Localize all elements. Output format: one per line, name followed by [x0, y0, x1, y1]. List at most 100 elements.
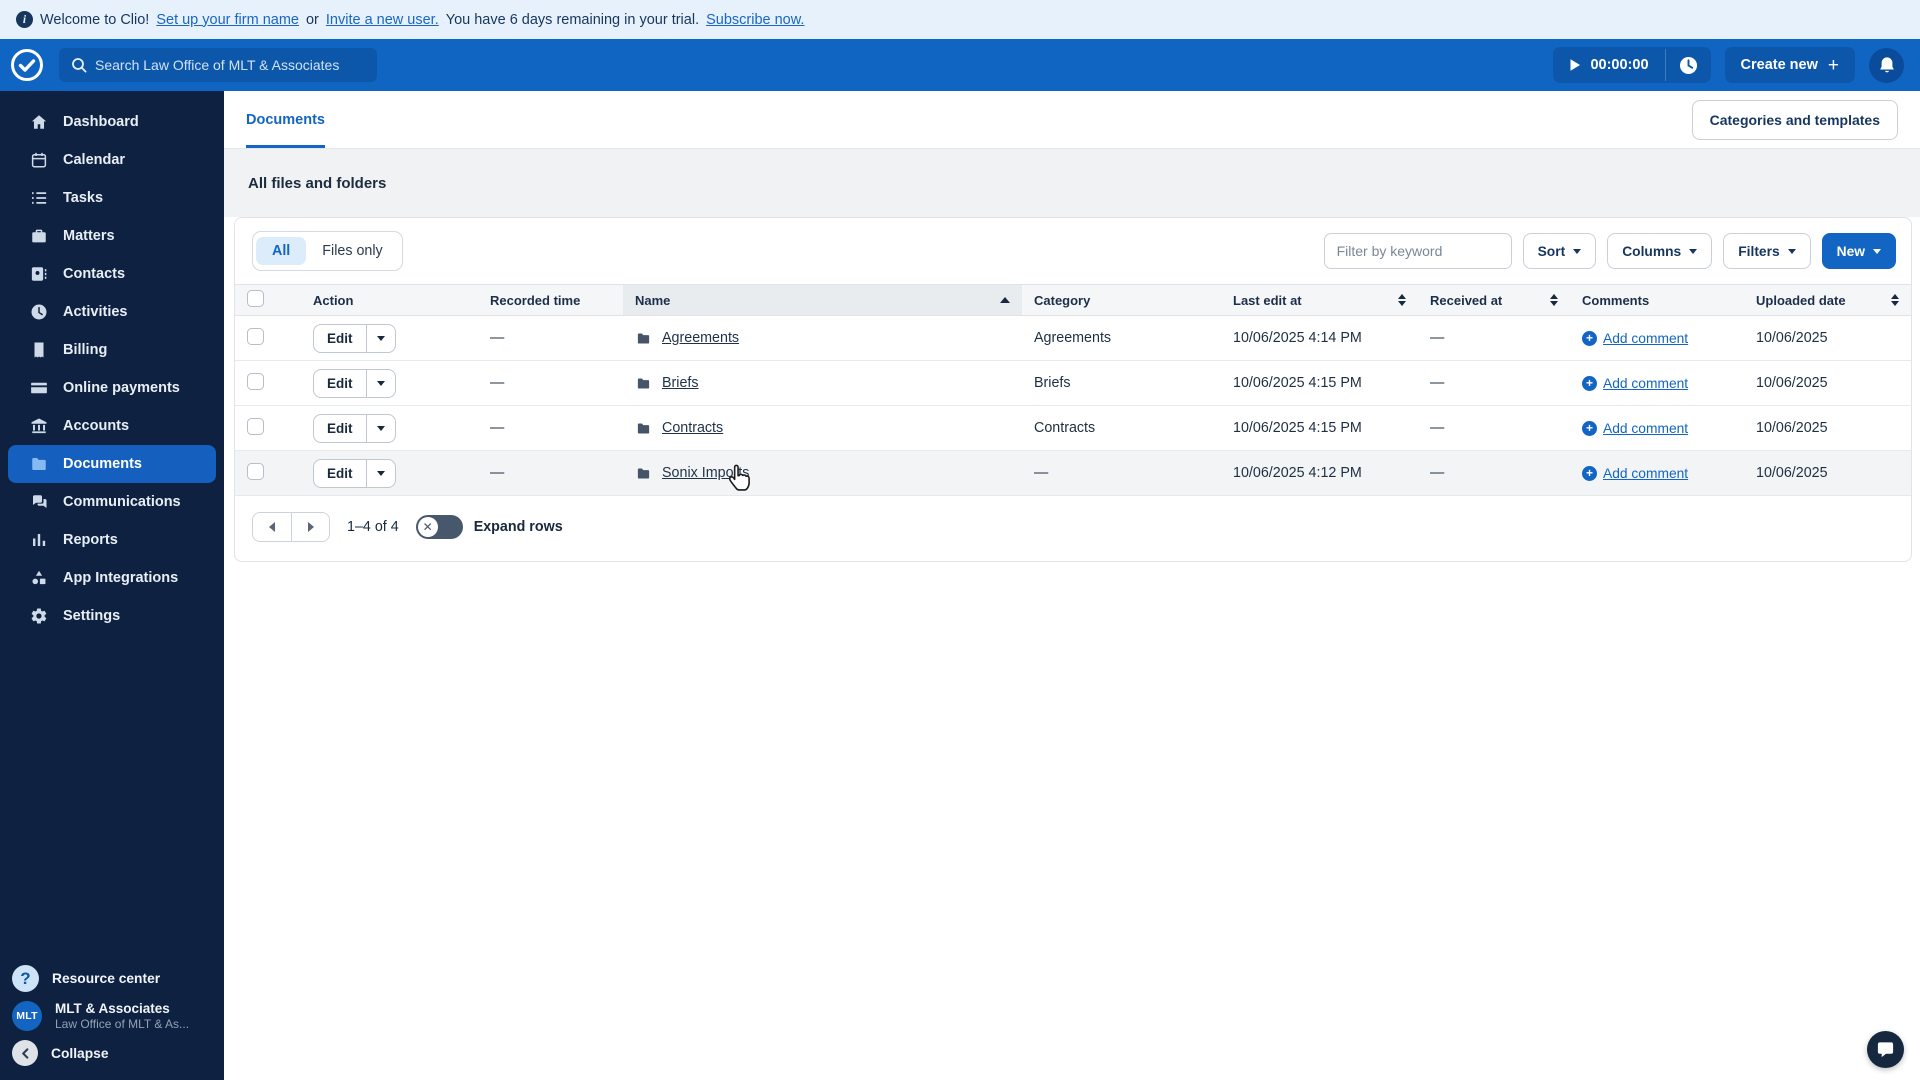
edit-button[interactable]: Edit — [314, 415, 366, 442]
sidebar-item-online-payments[interactable]: Online payments — [8, 369, 216, 407]
edit-dropdown-button[interactable] — [365, 324, 395, 352]
subscribe-now-link[interactable]: Subscribe now. — [706, 12, 804, 28]
start-timer-button[interactable]: 00:00:00 — [1553, 47, 1664, 83]
create-new-label: Create new — [1740, 57, 1818, 73]
sidebar-item-billing[interactable]: Billing — [8, 331, 216, 369]
filters-button[interactable]: Filters — [1723, 233, 1811, 269]
sidebar-item-calendar[interactable]: Calendar — [8, 141, 216, 179]
column-label: Recorded time — [490, 292, 581, 308]
setup-firm-name-link[interactable]: Set up your firm name — [156, 12, 299, 28]
sidebar-item-contacts[interactable]: Contacts — [8, 255, 216, 293]
category-value: Agreements — [1034, 330, 1112, 346]
expand-rows-toggle[interactable]: ✕ — [415, 515, 463, 539]
sidebar-item-tasks[interactable]: Tasks — [8, 179, 216, 217]
sidebar-item-label: Accounts — [63, 418, 130, 434]
uploaded-date-value: 10/06/2025 — [1756, 465, 1828, 481]
sidebar-item-label: Communications — [63, 494, 181, 510]
tab-documents[interactable]: Documents — [246, 91, 325, 148]
chevron-down-icon — [1689, 248, 1698, 254]
folder-link[interactable]: Agreements — [662, 330, 739, 346]
folder-link[interactable]: Sonix Imports — [662, 465, 749, 481]
main-content: Documents Categories and templates All f… — [224, 91, 1920, 1080]
filter-keyword-input[interactable] — [1323, 233, 1512, 269]
prev-page-button[interactable] — [253, 513, 291, 541]
sort-button[interactable]: Sort — [1522, 233, 1597, 269]
edit-button[interactable]: Edit — [314, 325, 366, 352]
plus-circle-icon: + — [1582, 465, 1597, 481]
categories-and-templates-button[interactable]: Categories and templates — [1691, 99, 1898, 140]
gear-icon — [30, 607, 48, 625]
recorded-time-value: — — [490, 420, 505, 436]
segment-all[interactable]: All — [256, 237, 307, 265]
segment-files-only[interactable]: Files only — [306, 237, 398, 265]
columns-button[interactable]: Columns — [1607, 233, 1713, 269]
sidebar-item-reports[interactable]: Reports — [8, 521, 216, 559]
sidebar-item-documents[interactable]: Documents — [8, 445, 216, 483]
folder-link[interactable]: Briefs — [662, 375, 699, 391]
edit-button[interactable]: Edit — [314, 460, 366, 487]
new-button[interactable]: New — [1821, 233, 1896, 269]
chevron-left-icon — [269, 522, 275, 532]
resource-center-button[interactable]: ? Resource center — [12, 965, 224, 992]
uploaded-date-value: 10/06/2025 — [1756, 375, 1828, 391]
add-comment-link[interactable]: + Add comment — [1582, 330, 1688, 346]
category-value: Briefs — [1034, 375, 1071, 391]
folder-icon — [635, 421, 652, 436]
chat-launcher-button[interactable] — [1867, 1031, 1904, 1068]
received-at-value: — — [1430, 375, 1445, 391]
sidebar-item-communications[interactable]: Communications — [8, 483, 216, 521]
edit-dropdown-button[interactable] — [365, 459, 395, 487]
invoice-icon — [30, 341, 48, 359]
folder-icon — [635, 466, 652, 481]
sidebar-item-matters[interactable]: Matters — [8, 217, 216, 255]
create-new-button[interactable]: Create new + — [1724, 47, 1855, 83]
next-page-button[interactable] — [291, 513, 329, 541]
time-entries-button[interactable] — [1666, 47, 1711, 83]
edit-dropdown-button[interactable] — [365, 414, 395, 442]
top-navbar: 00:00:00 Create new + — [0, 39, 1920, 91]
row-checkbox[interactable] — [247, 462, 264, 480]
sidebar-item-activities[interactable]: Activities — [8, 293, 216, 331]
invite-new-user-link[interactable]: Invite a new user. — [326, 12, 439, 28]
collapse-sidebar-button[interactable]: Collapse — [12, 1040, 224, 1066]
clock-icon — [1679, 56, 1697, 74]
select-all-checkbox[interactable] — [247, 290, 264, 307]
account-menu[interactable]: MLT MLT & Associates Law Office of MLT &… — [12, 1001, 224, 1031]
sidebar-item-app-integrations[interactable]: App Integrations — [8, 559, 216, 597]
column-header-action: Action — [301, 284, 478, 316]
chat-bubbles-icon — [30, 493, 48, 511]
global-search[interactable] — [59, 48, 377, 82]
sidebar-item-dashboard[interactable]: Dashboard — [8, 103, 216, 141]
add-comment-link[interactable]: + Add comment — [1582, 375, 1688, 391]
add-comment-label: Add comment — [1603, 420, 1689, 436]
plus-circle-icon: + — [1582, 420, 1597, 436]
account-name: MLT & Associates — [55, 1001, 170, 1016]
timer-group: 00:00:00 — [1553, 47, 1711, 83]
chevron-down-icon — [1873, 248, 1881, 254]
edit-dropdown-button[interactable] — [365, 369, 395, 397]
received-at-value: — — [1430, 465, 1445, 481]
edit-button[interactable]: Edit — [314, 370, 366, 397]
clio-logo[interactable] — [10, 48, 44, 82]
add-comment-link[interactable]: + Add comment — [1582, 465, 1688, 481]
table-row-agreements: Edit — Agreements Agreements 10/06/2025 4:14… — [235, 315, 1911, 361]
pagination-range: 1–4 of 4 — [347, 519, 399, 535]
row-checkbox[interactable] — [247, 327, 264, 345]
folder-link[interactable]: Contracts — [662, 420, 723, 436]
column-label: Uploaded date — [1756, 292, 1846, 308]
notifications-button[interactable] — [1869, 47, 1904, 83]
search-icon — [71, 57, 87, 73]
row-checkbox[interactable] — [247, 417, 264, 435]
home-icon — [30, 113, 48, 131]
sidebar-item-accounts[interactable]: Accounts — [8, 407, 216, 445]
search-input[interactable] — [95, 57, 365, 73]
row-checkbox[interactable] — [247, 372, 264, 390]
chevron-down-icon — [1573, 248, 1582, 254]
column-header-received-at[interactable]: Received at — [1418, 284, 1570, 316]
app-window: i Welcome to Clio! Set up your firm name… — [0, 0, 1920, 1080]
sidebar-item-settings[interactable]: Settings — [8, 597, 216, 635]
column-header-uploaded-date[interactable]: Uploaded date — [1744, 284, 1911, 316]
add-comment-link[interactable]: + Add comment — [1582, 420, 1689, 436]
column-header-last-edit-at[interactable]: Last edit at — [1221, 284, 1418, 316]
column-header-name[interactable]: Name — [623, 284, 1022, 316]
